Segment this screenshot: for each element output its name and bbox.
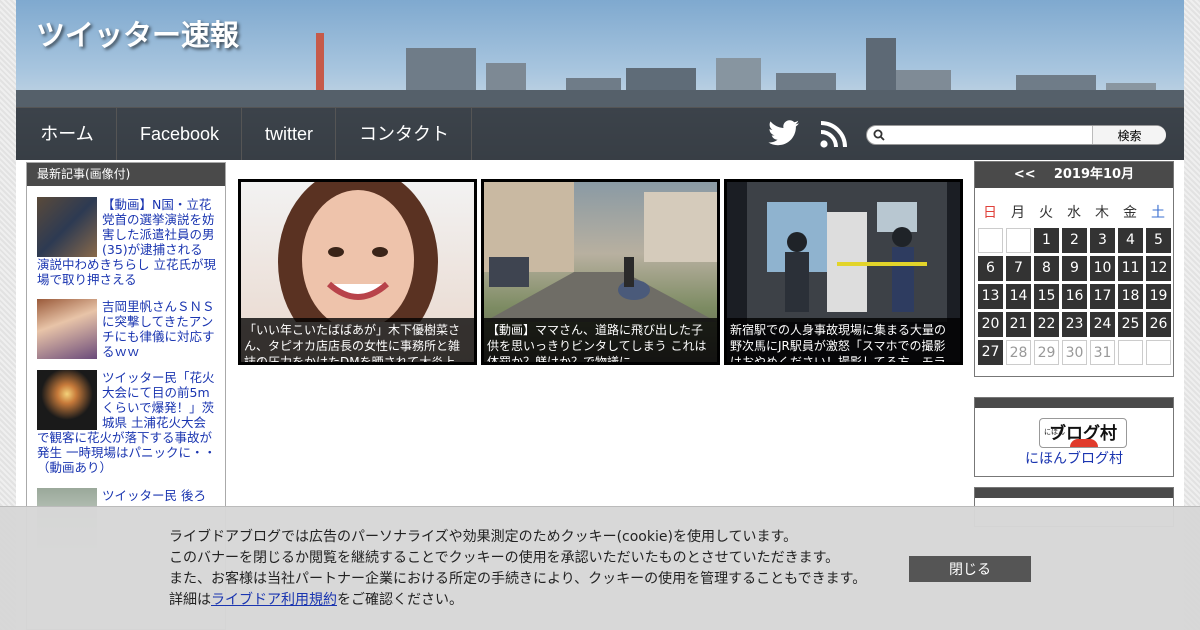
recent-posts-heading: 最新記事(画像付): [27, 163, 225, 186]
featured-article-card[interactable]: 「いい年こいたばばあが」木下優樹菜さん、タピオカ店店長の女性に事務所と雑誌の圧力…: [238, 179, 477, 365]
calendar-empty-cell: [1146, 340, 1171, 365]
featured-article-card[interactable]: 【動画】ママさん、道路に飛び出した子供を思いっきりビンタしてしまう これは体罰か…: [481, 179, 720, 365]
rss-icon[interactable]: [820, 120, 848, 148]
calendar-header: << 2019年10月: [975, 162, 1173, 188]
calendar-day-cell: 30: [1062, 340, 1087, 365]
site-title[interactable]: ツイッター速報: [36, 12, 239, 54]
featured-article-caption[interactable]: 新宿駅での人身事故現場に集まる大量の野次馬にJR駅員が激怒「スマホでの撮影はおや…: [727, 318, 960, 362]
calendar-prev-link[interactable]: <<: [1014, 167, 1036, 182]
calendar-weekday-label: 日: [983, 205, 997, 221]
terms-link[interactable]: ライブドア利用規約: [211, 592, 337, 608]
calendar-day-cell[interactable]: 5: [1146, 228, 1171, 253]
calendar-month-title: 2019年10月: [1053, 167, 1135, 182]
calendar-day-cell[interactable]: 15: [1034, 284, 1059, 309]
calendar-day-cell[interactable]: 12: [1146, 256, 1171, 281]
calendar-day-cell[interactable]: 22: [1034, 312, 1059, 337]
calendar-day-cell[interactable]: 8: [1034, 256, 1059, 281]
featured-article-image: [484, 182, 717, 322]
calendar-day-cell[interactable]: 26: [1146, 312, 1171, 337]
calendar-day-cell[interactable]: 6: [978, 256, 1003, 281]
twitter-bird-icon[interactable]: [768, 120, 800, 148]
blog-ranking-widget: にほん ブログ村 にほんブログ村: [974, 397, 1174, 477]
calendar-day-cell: 28: [1006, 340, 1031, 365]
recent-post-thumbnail[interactable]: [37, 197, 97, 257]
cookie-close-button[interactable]: 閉じる: [909, 556, 1031, 582]
blog-logo-badge: [1070, 439, 1098, 447]
cookie-notice-line: ライブドアブログでは広告のパーソナライズや効果測定のためクッキー(cookie)…: [169, 529, 798, 545]
featured-article-caption[interactable]: 【動画】ママさん、道路に飛び出した子供を思いっきりビンタしてしまう これは体罰か…: [484, 318, 717, 362]
search-box: 検索: [866, 125, 1166, 145]
search-button[interactable]: 検索: [1092, 126, 1166, 144]
cookie-notice-line: 詳細はライブドア利用規約をご確認ください。: [169, 590, 866, 611]
recent-post-item[interactable]: 吉岡里帆さんＳＮＳに突撃してきたアンチにも律儀に対応するｗｗ: [37, 299, 217, 359]
calendar-weekday-label: 火: [1039, 205, 1053, 221]
calendar-day-cell[interactable]: 10: [1090, 256, 1115, 281]
featured-article-caption[interactable]: 「いい年こいたばばあが」木下優樹菜さん、タピオカ店店長の女性に事務所と雑誌の圧力…: [241, 318, 474, 362]
calendar-day-cell[interactable]: 24: [1090, 312, 1115, 337]
calendar-day-cell[interactable]: 3: [1090, 228, 1115, 253]
widget-header-bar: [975, 488, 1173, 498]
calendar-empty-cell: [978, 228, 1003, 253]
cookie-notice-text: ライブドアブログでは広告のパーソナライズや効果測定のためクッキー(cookie)…: [169, 527, 866, 611]
calendar-day-cell[interactable]: 14: [1006, 284, 1031, 309]
cookie-consent-banner: ライブドアブログでは広告のパーソナライズや効果測定のためクッキー(cookie)…: [0, 506, 1200, 630]
search-input[interactable]: [887, 127, 1091, 143]
calendar-day-cell[interactable]: 13: [978, 284, 1003, 309]
calendar-day-cell[interactable]: 17: [1090, 284, 1115, 309]
recent-post-thumbnail[interactable]: [37, 370, 97, 430]
recent-post-thumbnail[interactable]: [37, 299, 97, 359]
calendar-day-cell: 31: [1090, 340, 1115, 365]
calendar-day-cell[interactable]: 20: [978, 312, 1003, 337]
calendar-weekday-label: 金: [1123, 205, 1137, 221]
featured-article-image: [747, 182, 947, 322]
calendar-widget: << 2019年10月 日月火水木金土 1 2 3 4 5 6 7 8 9 10 11 12 13 14 15…: [974, 161, 1174, 377]
calendar-day-cell[interactable]: 21: [1006, 312, 1031, 337]
calendar-day-cell[interactable]: 2: [1062, 228, 1087, 253]
site-header: ツイッター速報 ホーム Facebook twitter コンタクト 検索: [16, 0, 1184, 160]
recent-post-item[interactable]: ツイッター民「花火大会にて目の前5mくらいで爆発！」茨城県 土浦花火大会で観客に…: [37, 370, 217, 475]
calendar-day-cell[interactable]: 11: [1118, 256, 1143, 281]
calendar-empty-cell: [1118, 340, 1143, 365]
calendar-day-cell[interactable]: 23: [1062, 312, 1087, 337]
search-icon: [873, 129, 885, 141]
calendar-day-cell: 29: [1034, 340, 1059, 365]
recent-post-item[interactable]: 【動画】N国・立花党首の選挙演説を妨害した派遣社員の男(35)が逮捕される 演説…: [37, 197, 217, 287]
nav-contact[interactable]: コンタクト: [337, 108, 472, 160]
cookie-notice-prefix: 詳細は: [169, 592, 211, 608]
calendar-weekday-label: 水: [1067, 205, 1081, 221]
calendar-day-cell[interactable]: 7: [1006, 256, 1031, 281]
cookie-notice-line: また、お客様は当社パートナー企業における所定の手続きにより、クッキーの使用を管理…: [169, 571, 867, 587]
calendar-day-cell[interactable]: 16: [1062, 284, 1087, 309]
calendar-weekday-label: 木: [1095, 205, 1109, 221]
calendar-day-cell[interactable]: 19: [1146, 284, 1171, 309]
cookie-notice-line: このバナーを閉じるか閲覧を継続することでクッキーの使用を承認いただいたものとさせ…: [169, 550, 840, 566]
nihon-blog-mura-logo[interactable]: にほん ブログ村: [1039, 418, 1127, 448]
calendar-weekday-label: 土: [1151, 205, 1165, 221]
calendar-day-cell[interactable]: 9: [1062, 256, 1087, 281]
blog-logo-small-text: にほん: [1044, 428, 1065, 436]
nav-home[interactable]: ホーム: [18, 108, 117, 160]
calendar-day-cell[interactable]: 25: [1118, 312, 1143, 337]
widget-header-bar: [975, 398, 1173, 408]
main-navbar: ホーム Facebook twitter コンタクト 検索: [16, 107, 1184, 160]
calendar-day-cell[interactable]: 27: [978, 340, 1003, 365]
nav-twitter[interactable]: twitter: [243, 108, 336, 160]
recent-post-title[interactable]: 吉岡里帆さんＳＮＳに突撃してきたアンチにも律儀に対応するｗｗ: [102, 299, 215, 359]
calendar-weekday-label: 月: [1011, 205, 1025, 221]
calendar-empty-cell: [1006, 228, 1031, 253]
calendar-day-cell[interactable]: 18: [1118, 284, 1143, 309]
blog-ranking-link[interactable]: にほんブログ村: [975, 448, 1173, 468]
featured-article-card[interactable]: 新宿駅での人身事故現場に集まる大量の野次馬にJR駅員が激怒「スマホでの撮影はおや…: [724, 179, 963, 365]
recent-post-title[interactable]: ツイッター民 後ろ: [102, 488, 206, 503]
featured-article-image: [278, 182, 438, 357]
calendar-day-cell[interactable]: 4: [1118, 228, 1143, 253]
calendar-day-cell[interactable]: 1: [1034, 228, 1059, 253]
cookie-notice-suffix: をご確認ください。: [337, 592, 463, 608]
nav-facebook[interactable]: Facebook: [118, 108, 242, 160]
